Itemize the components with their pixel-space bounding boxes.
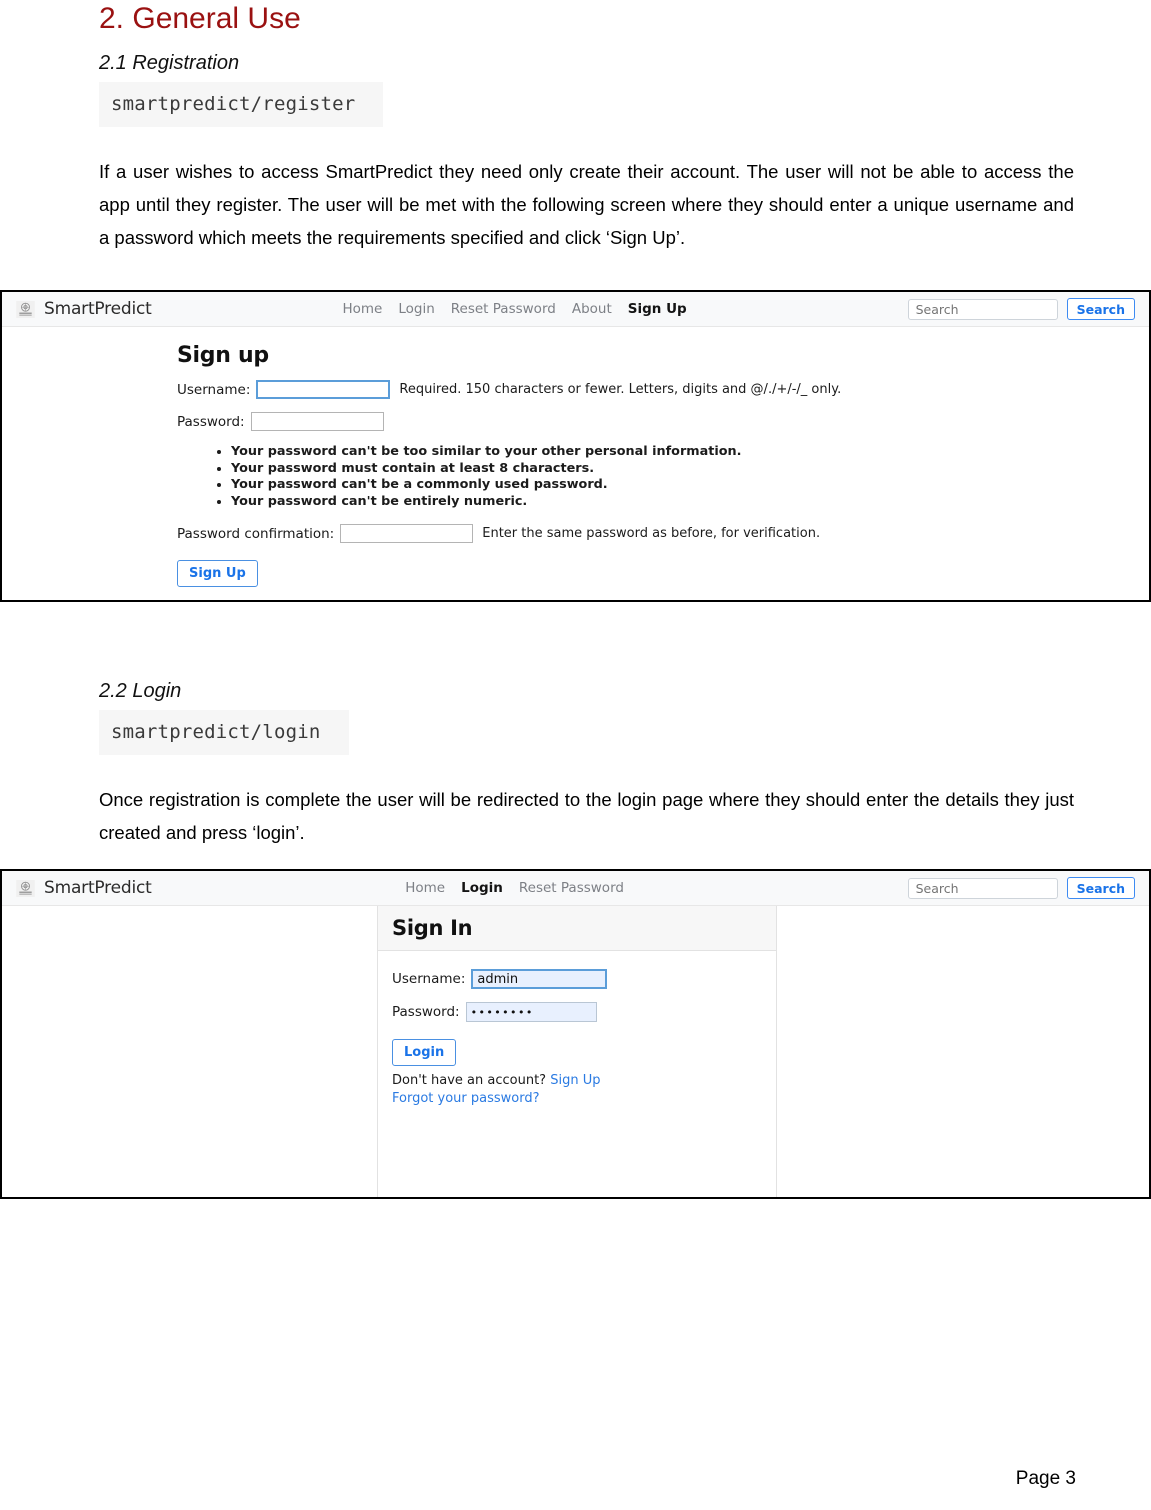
page-title: 2. General Use [99, 2, 301, 35]
sign-in-title: Sign In [392, 916, 473, 940]
password-input[interactable] [250, 412, 384, 431]
login-password-label: Password: [392, 1004, 460, 1020]
paragraph-registration: If a user wishes to access SmartPredict … [99, 161, 1074, 248]
code-block-register-url: smartpredict/register [99, 82, 384, 127]
signup-brand-label: SmartPredict [44, 299, 152, 319]
username-label: Username: [177, 381, 251, 398]
forgot-password-link[interactable]: Forgot your password? [392, 1091, 540, 1106]
login-page-body: Sign In Username: Password: Login Do [2, 906, 1149, 1197]
password-confirmation-input[interactable] [340, 524, 474, 543]
signup-form: Sign up Username: Required. 150 characte… [2, 327, 1149, 587]
signup-nav-links: Home Login Reset Password About Sign Up [342, 301, 716, 317]
login-screenshot: SmartPredict Home Login Reset Password S… [0, 869, 1151, 1199]
login-password-input[interactable] [465, 1002, 597, 1022]
password-confirmation-help-text: Enter the same password as before, for v… [482, 526, 821, 541]
password-row: Password: [177, 412, 1149, 431]
nav-item-reset-password[interactable]: Reset Password [519, 880, 624, 896]
password-rule: Your password can't be a commonly used p… [215, 477, 1149, 494]
password-requirements-list: Your password can't be too similar to yo… [177, 444, 1149, 510]
emblem-badge-icon [16, 300, 35, 318]
login-navbar: SmartPredict Home Login Reset Password S… [2, 871, 1149, 906]
login-links: Don't have an account? Sign Up Forgot yo… [392, 1072, 776, 1107]
login-username-label: Username: [392, 971, 466, 987]
signup-prompt-row: Don't have an account? Sign Up [392, 1072, 776, 1089]
search-input[interactable] [907, 877, 1058, 899]
section-heading-login: 2.2 Login [99, 680, 182, 702]
login-nav-links: Home Login Reset Password [405, 880, 654, 896]
password-confirmation-label: Password confirmation: [177, 525, 335, 542]
password-rule: Your password can't be entirely numeric. [215, 494, 1149, 511]
login-search-group: Search [907, 877, 1135, 899]
sign-up-button[interactable]: Sign Up [177, 560, 258, 587]
password-rule: Your password must contain at least 8 ch… [215, 461, 1149, 478]
emblem-badge-icon [16, 879, 35, 897]
paragraph-login: Once registration is complete the user w… [99, 789, 1074, 843]
login-button[interactable]: Login [392, 1039, 457, 1066]
password-label: Password: [177, 413, 245, 430]
signup-prompt-text: Don't have an account? [392, 1073, 547, 1088]
login-username-input[interactable] [471, 969, 608, 989]
username-input[interactable] [256, 380, 391, 399]
password-confirmation-row: Password confirmation: Enter the same pa… [177, 524, 1149, 543]
username-row: Username: Required. 150 characters or fe… [177, 380, 1149, 399]
nav-item-login[interactable]: Login [398, 301, 434, 317]
signup-search-group: Search [907, 298, 1135, 320]
signup-screenshot: SmartPredict Home Login Reset Password A… [0, 290, 1151, 602]
sign-in-card: Sign In Username: Password: Login Do [377, 906, 777, 1197]
nav-item-sign-up[interactable]: Sign Up [628, 301, 687, 317]
signup-navbar: SmartPredict Home Login Reset Password A… [2, 292, 1149, 327]
sign-in-form: Username: Password: Login Don't have an … [378, 951, 776, 1107]
password-rule: Your password can't be too similar to yo… [215, 444, 1149, 461]
search-input[interactable] [907, 298, 1058, 320]
login-brand[interactable]: SmartPredict [16, 878, 152, 898]
signup-form-title: Sign up [177, 343, 269, 368]
login-username-row: Username: [392, 969, 776, 989]
login-brand-label: SmartPredict [44, 878, 152, 898]
sign-up-link[interactable]: Sign Up [550, 1073, 600, 1088]
login-password-row: Password: [392, 1002, 776, 1022]
code-block-login-url: smartpredict/login [99, 710, 349, 755]
search-button[interactable]: Search [1066, 877, 1135, 899]
nav-item-login[interactable]: Login [461, 880, 503, 896]
search-button[interactable]: Search [1066, 298, 1135, 320]
signup-brand[interactable]: SmartPredict [16, 299, 152, 319]
section-heading-registration: 2.1 Registration [99, 52, 240, 74]
username-help-text: Required. 150 characters or fewer. Lette… [399, 382, 842, 397]
nav-item-home[interactable]: Home [405, 880, 445, 896]
nav-item-home[interactable]: Home [342, 301, 382, 317]
nav-item-reset-password[interactable]: Reset Password [451, 301, 556, 317]
nav-item-about[interactable]: About [572, 301, 612, 317]
document-page: 2. General Use 2.1 Registration smartpre… [0, 0, 1151, 1510]
page-footer: Page 3 [1015, 1468, 1076, 1489]
sign-in-card-header: Sign In [378, 906, 776, 951]
